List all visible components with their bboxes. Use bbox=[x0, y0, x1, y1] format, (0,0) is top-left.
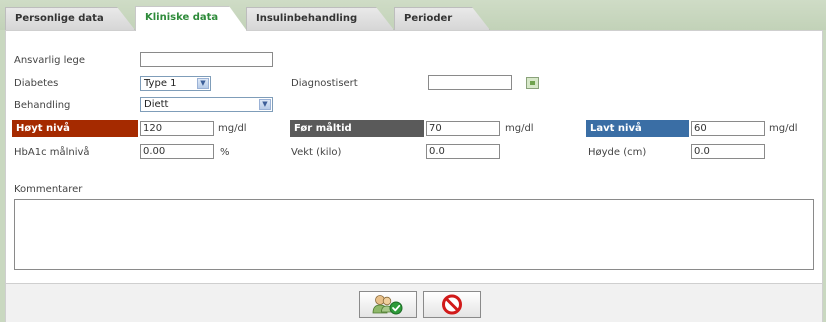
diabetes-label: Diabetes bbox=[14, 78, 59, 89]
comments-label: Kommentarer bbox=[14, 184, 83, 195]
comments-textarea[interactable] bbox=[14, 199, 814, 270]
tab-label: Kliniske data bbox=[145, 12, 219, 23]
before-meal-input[interactable]: 70 bbox=[426, 121, 500, 136]
low-level-input[interactable]: 60 bbox=[691, 121, 765, 136]
tab-perioder[interactable]: Perioder bbox=[394, 7, 490, 30]
hba1c-input[interactable]: 0.00 bbox=[140, 144, 214, 159]
height-input[interactable]: 0.0 bbox=[691, 144, 765, 159]
responsible-doctor-label: Ansvarlig lege bbox=[14, 55, 86, 66]
tab-label: Perioder bbox=[404, 13, 453, 24]
low-level-unit: mg/dl bbox=[769, 123, 798, 134]
treatment-select[interactable]: Diett ▼ bbox=[140, 97, 273, 112]
action-footer bbox=[5, 284, 823, 322]
cancel-no-icon bbox=[442, 294, 462, 315]
before-meal-unit: mg/dl bbox=[505, 123, 534, 134]
chevron-down-icon: ▼ bbox=[259, 99, 271, 110]
high-level-label: Høyt nivå bbox=[12, 120, 138, 137]
low-level-label: Lavt nivå bbox=[586, 120, 689, 137]
tab-bar: Personlige data Kliniske data Insulinbeh… bbox=[0, 0, 826, 30]
calendar-icon[interactable] bbox=[526, 77, 539, 89]
weight-input[interactable]: 0.0 bbox=[426, 144, 500, 159]
save-users-check-icon bbox=[372, 295, 403, 315]
clinical-data-panel: Ansvarlig lege Diabetes Type 1 ▼ Diagnos… bbox=[5, 30, 823, 284]
hba1c-unit: % bbox=[220, 147, 230, 158]
height-label: Høyde (cm) bbox=[588, 147, 647, 158]
before-meal-label: Før måltid bbox=[290, 120, 424, 137]
treatment-select-value: Diett bbox=[144, 99, 169, 110]
tab-insulinbehandling[interactable]: Insulinbehandling bbox=[246, 7, 394, 30]
save-button[interactable] bbox=[359, 291, 417, 318]
diagnosed-date-input[interactable] bbox=[428, 75, 512, 90]
cancel-button[interactable] bbox=[423, 291, 481, 318]
tab-label: Insulinbehandling bbox=[256, 13, 358, 24]
tab-personlige-data[interactable]: Personlige data bbox=[5, 7, 135, 30]
tab-label: Personlige data bbox=[15, 13, 104, 24]
treatment-label: Behandling bbox=[14, 100, 71, 111]
weight-label: Vekt (kilo) bbox=[291, 147, 342, 158]
tab-kliniske-data[interactable]: Kliniske data bbox=[135, 6, 247, 31]
diagnosed-label: Diagnostisert bbox=[291, 78, 358, 89]
chevron-down-icon: ▼ bbox=[197, 78, 209, 89]
diabetes-select[interactable]: Type 1 ▼ bbox=[140, 76, 211, 91]
responsible-doctor-input[interactable] bbox=[140, 52, 273, 67]
high-level-input[interactable]: 120 bbox=[140, 121, 214, 136]
high-level-unit: mg/dl bbox=[218, 123, 247, 134]
diabetes-select-value: Type 1 bbox=[144, 78, 177, 89]
hba1c-label: HbA1c målnivå bbox=[14, 147, 90, 158]
